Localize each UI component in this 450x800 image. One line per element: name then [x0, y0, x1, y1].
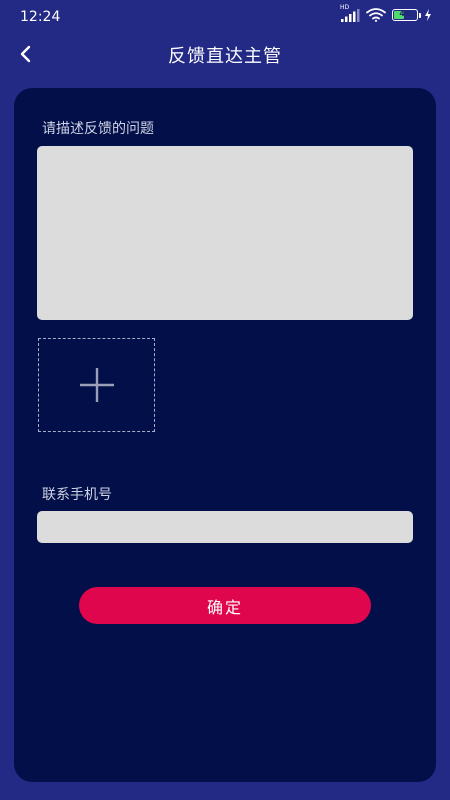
problem-input[interactable] [37, 146, 413, 320]
signal-icon: HD [340, 4, 360, 22]
status-icons: HD 41 [340, 4, 432, 22]
charging-bolt-icon [425, 9, 431, 21]
phone-input[interactable] [37, 511, 413, 543]
status-time: 12:24 [20, 9, 61, 25]
battery-icon: 41 [392, 9, 421, 21]
feedback-card: 请描述反馈的问题 联系手机号 确定 [14, 88, 436, 782]
phone-label: 联系手机号 [42, 487, 112, 503]
nav-bar: 反馈直达主管 [0, 34, 450, 74]
image-upload-button[interactable] [38, 338, 155, 432]
plus-icon [79, 368, 114, 402]
page-title: 反馈直达主管 [168, 46, 282, 67]
status-bar: 12:24 HD 41 [0, 0, 450, 34]
battery-level: 41 [399, 9, 411, 18]
network-label: HD [340, 4, 350, 11]
battery-cap [419, 13, 421, 18]
confirm-button[interactable]: 确定 [79, 587, 371, 624]
wifi-icon [366, 8, 386, 22]
problem-label: 请描述反馈的问题 [42, 121, 154, 137]
